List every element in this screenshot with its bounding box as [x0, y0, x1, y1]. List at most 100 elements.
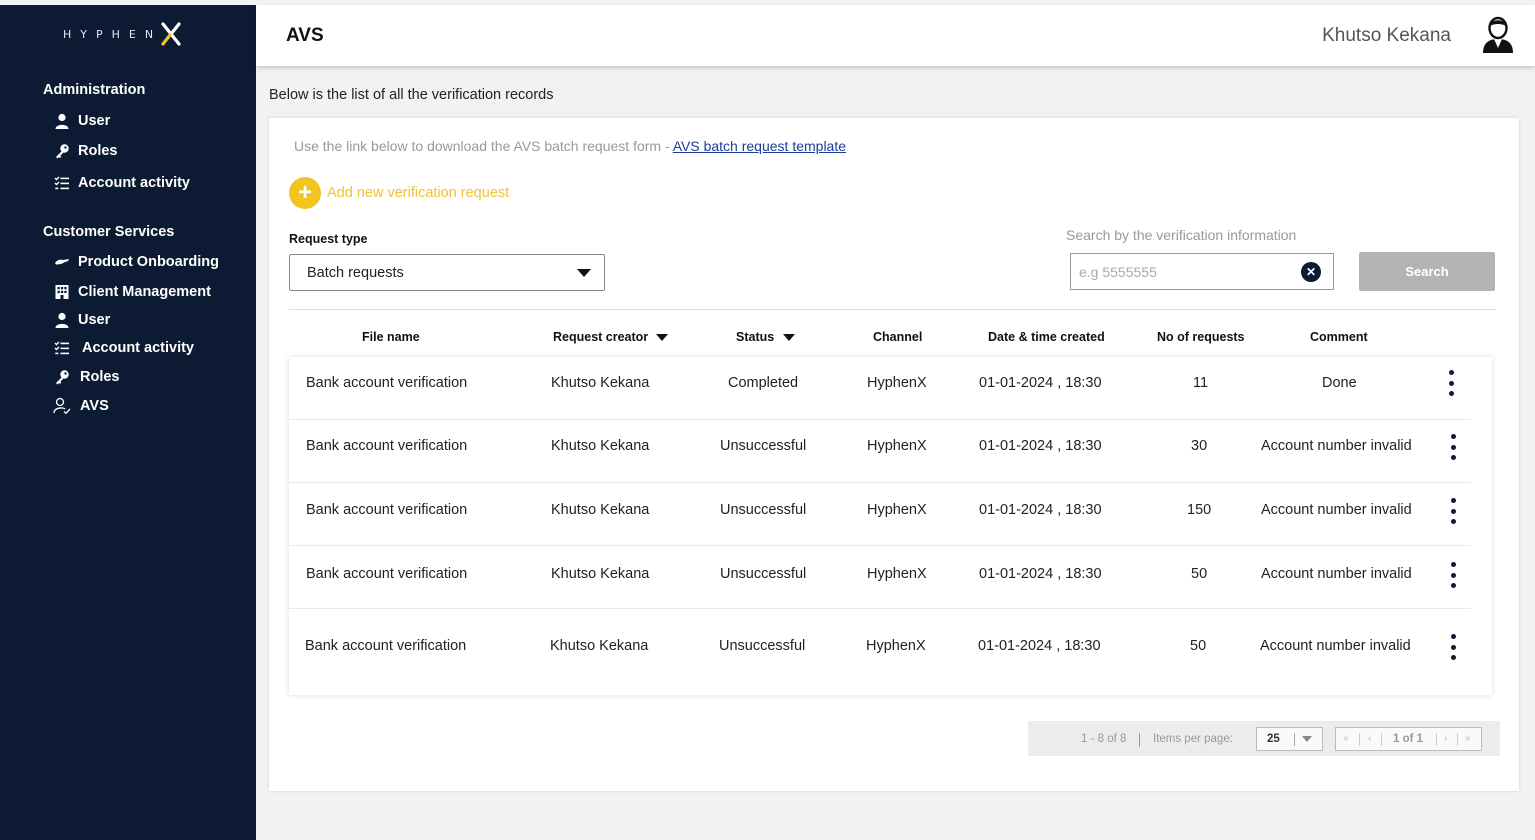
sidebar-item-product-onboarding[interactable]: Product Onboarding: [53, 253, 219, 271]
items-per-page-value: 25: [1267, 733, 1280, 745]
items-per-page-select[interactable]: 25: [1256, 727, 1323, 751]
cell-request-creator: Khutso Kekana: [550, 638, 649, 654]
clear-search-icon[interactable]: ✕: [1301, 262, 1321, 282]
more-options-icon[interactable]: [1447, 434, 1459, 460]
column-no-of-requests: No of requests: [1157, 330, 1245, 344]
column-comment: Comment: [1310, 330, 1368, 344]
hyphenx-logo[interactable]: HYPHEN: [63, 19, 182, 49]
cell-comment: Account number invalid: [1261, 502, 1412, 518]
next-page-icon[interactable]: ›: [1444, 733, 1447, 744]
sidebar-item-label: Product Onboarding: [78, 254, 219, 270]
sidebar-item-client-management[interactable]: Client Management: [53, 283, 211, 301]
sidebar-item-admin-roles[interactable]: Roles: [53, 142, 118, 160]
column-label: Channel: [873, 330, 923, 344]
search-label: Search by the verification information: [1066, 227, 1297, 243]
sidebar-item-label: User: [78, 312, 111, 328]
request-type-label: Request type: [289, 232, 368, 246]
cell-channel: HyphenX: [867, 502, 927, 518]
cell-request-creator: Khutso Kekana: [551, 375, 650, 391]
column-file-name: File name: [362, 330, 420, 344]
sidebar-item-admin-user[interactable]: User: [53, 112, 110, 130]
cell-status: Unsuccessful: [720, 438, 807, 454]
logo-text: HYPHEN: [63, 27, 163, 41]
verification-records-card: Use the link below to download the AVS b…: [269, 118, 1519, 791]
prev-page-icon[interactable]: ‹: [1368, 733, 1371, 744]
sidebar-item-label: Client Management: [78, 284, 211, 300]
cell-comment: Done: [1322, 375, 1357, 391]
search-button[interactable]: Search: [1359, 252, 1495, 291]
cell-channel: HyphenX: [867, 375, 927, 391]
sidebar-item-avs[interactable]: AVS: [53, 397, 109, 415]
building-icon: [53, 283, 71, 301]
cell-file-name: Bank account verification: [306, 566, 468, 582]
cell-date-created: 01-01-2024 , 18:30: [979, 375, 1102, 391]
column-label: Status: [736, 330, 775, 344]
page-title: AVS: [286, 25, 324, 46]
first-page-icon[interactable]: «: [1343, 733, 1349, 744]
select-divider: [1294, 733, 1295, 746]
cell-status: Unsuccessful: [720, 502, 807, 518]
sidebar-item-cs-user[interactable]: User: [53, 311, 110, 329]
avs-template-link[interactable]: AVS batch request template: [673, 138, 846, 154]
cell-no-of-requests: 50: [1191, 566, 1208, 582]
more-options-icon[interactable]: [1445, 370, 1457, 396]
sidebar: HYPHEN Administration User Roles Account…: [0, 5, 256, 840]
cell-file-name: Bank account verification: [306, 438, 468, 454]
add-verification-label: Add new verification request: [327, 185, 510, 201]
table-row[interactable]: Bank account verification Khutso Kekana …: [289, 357, 1492, 420]
last-page-icon[interactable]: »: [1465, 733, 1471, 744]
avatar-icon[interactable]: [1479, 15, 1517, 55]
table-row[interactable]: Bank account verification Khutso Kekana …: [289, 609, 1492, 695]
sidebar-item-label: Account activity: [82, 340, 194, 356]
cell-comment: Account number invalid: [1261, 566, 1412, 582]
search-input[interactable]: [1070, 253, 1334, 290]
more-options-icon[interactable]: [1447, 562, 1459, 588]
sidebar-item-admin-account-activity[interactable]: Account activity: [53, 174, 190, 192]
items-per-page-label: Items per page:: [1153, 733, 1233, 745]
request-type-select[interactable]: Batch requests: [289, 254, 605, 291]
table-row[interactable]: Bank account verification Khutso Kekana …: [289, 546, 1492, 609]
cell-channel: HyphenX: [867, 438, 927, 454]
sidebar-item-cs-roles[interactable]: Roles: [53, 368, 120, 386]
column-status[interactable]: Status: [736, 330, 796, 344]
cell-date-created: 01-01-2024 , 18:30: [979, 438, 1102, 454]
user-icon: [53, 311, 71, 329]
sort-down-icon[interactable]: [783, 333, 796, 341]
user-check-icon: [53, 397, 71, 415]
key-icon: [53, 368, 71, 386]
add-verification-request-button[interactable]: + Add new verification request: [289, 177, 509, 209]
column-request-creator[interactable]: Request creator: [553, 330, 669, 344]
cell-request-creator: Khutso Kekana: [551, 502, 650, 518]
paginator: 1 - 8 of 8 Items per page: 25 « ‹ 1 of 1…: [1028, 721, 1500, 756]
table-row[interactable]: Bank account verification Khutso Kekana …: [289, 483, 1492, 546]
handshake-icon: [53, 253, 71, 271]
more-options-icon[interactable]: [1447, 498, 1459, 524]
key-icon: [53, 142, 71, 160]
nav-divider: [1436, 733, 1437, 746]
checklist-icon: [53, 339, 71, 357]
request-type-value: Batch requests: [307, 264, 404, 281]
sidebar-item-cs-account-activity[interactable]: Account activity: [53, 339, 194, 357]
cell-file-name: Bank account verification: [306, 375, 468, 391]
cell-date-created: 01-01-2024 , 18:30: [978, 638, 1101, 654]
user-name[interactable]: Khutso Kekana: [1322, 25, 1451, 47]
cell-status: Completed: [728, 375, 799, 391]
more-options-icon[interactable]: [1447, 634, 1459, 660]
cell-comment: Account number invalid: [1260, 638, 1411, 654]
column-label: Request creator: [553, 330, 649, 344]
nav-divider: [1457, 733, 1458, 746]
sort-down-icon[interactable]: [656, 333, 669, 341]
sidebar-item-label: Roles: [80, 369, 120, 385]
cell-status: Unsuccessful: [719, 638, 806, 654]
nav-divider: [1381, 733, 1382, 746]
table-row[interactable]: Bank account verification Khutso Kekana …: [289, 420, 1492, 483]
cell-request-creator: Khutso Kekana: [551, 438, 650, 454]
plus-icon: +: [289, 177, 321, 209]
section-administration: Administration: [43, 82, 146, 98]
cell-request-creator: Khutso Kekana: [551, 566, 650, 582]
cell-file-name: Bank account verification: [306, 502, 468, 518]
cell-no-of-requests: 30: [1191, 438, 1208, 454]
section-customer-services: Customer Services: [43, 224, 175, 240]
logo-x-icon: [160, 22, 182, 46]
column-label: Date & time created: [988, 330, 1105, 344]
